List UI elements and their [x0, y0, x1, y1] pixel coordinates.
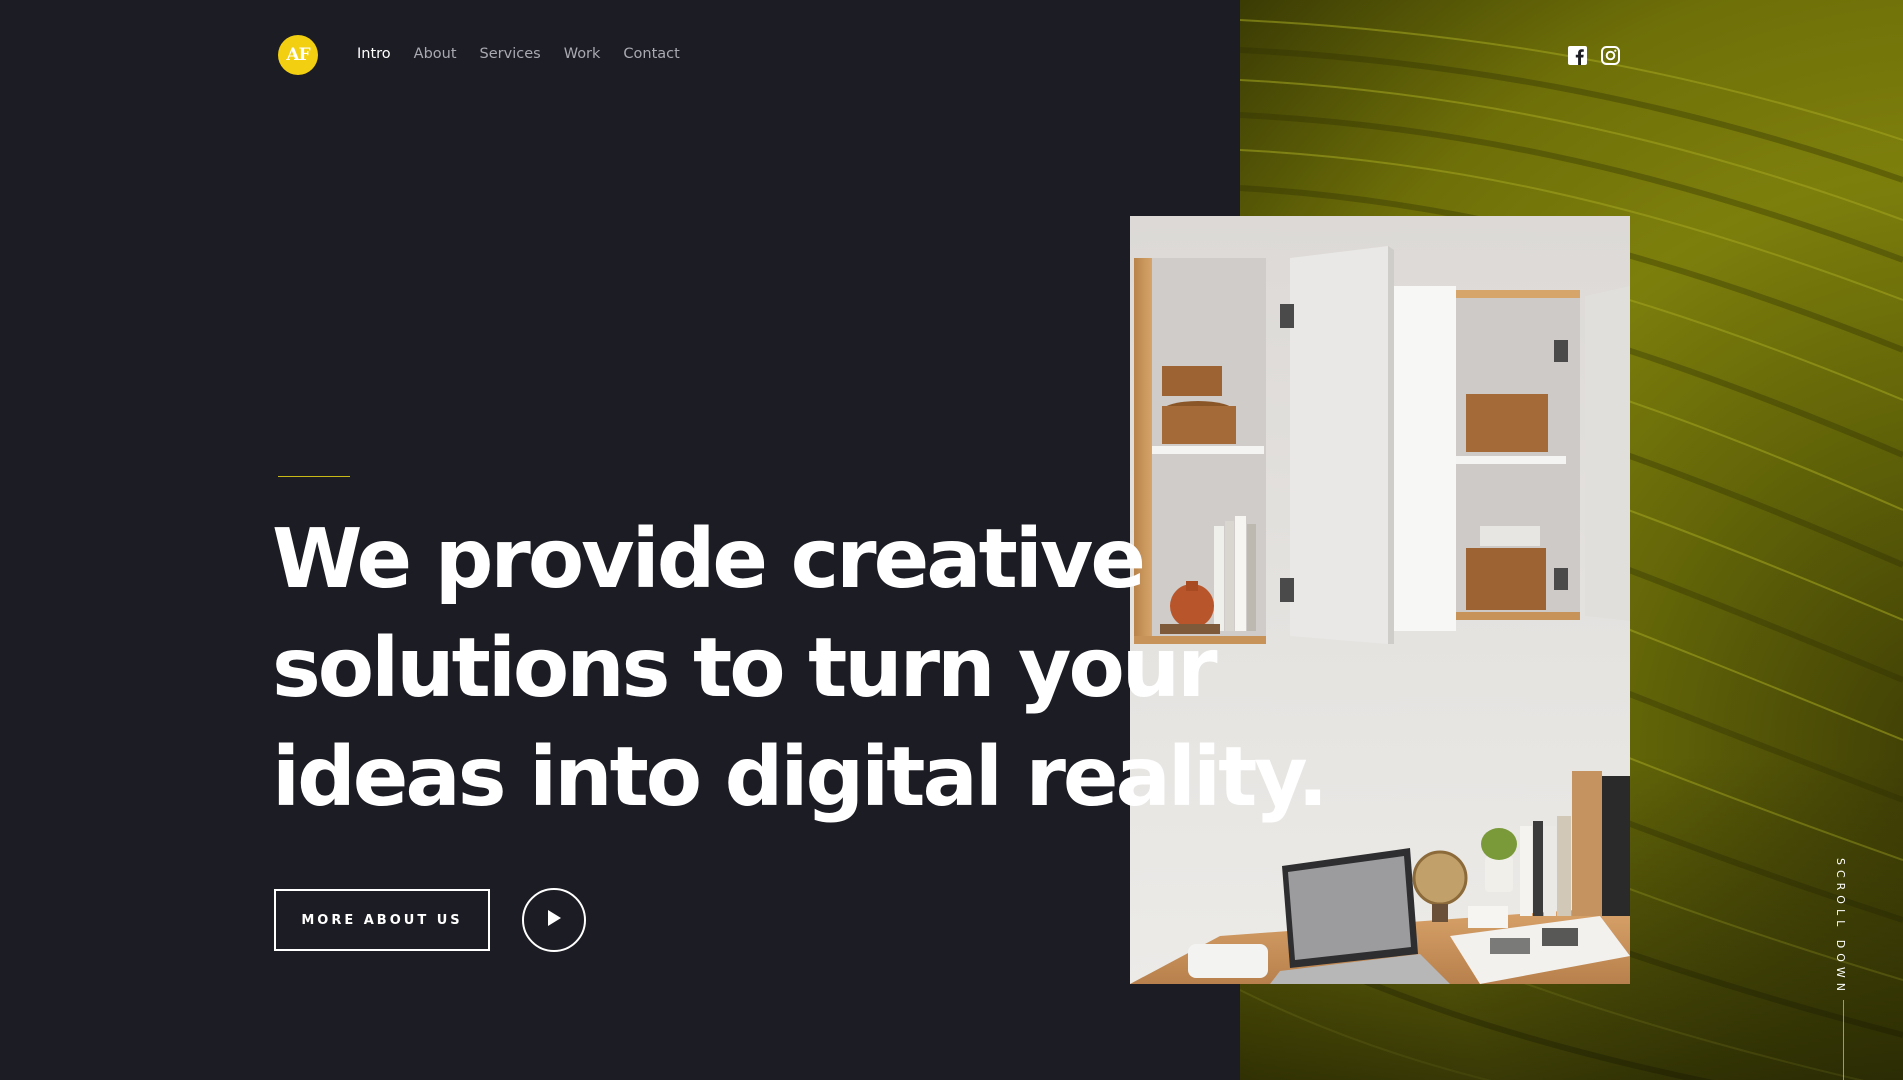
facebook-icon[interactable] — [1568, 46, 1587, 65]
nav-item-about[interactable]: About — [414, 46, 457, 62]
more-about-us-button[interactable]: MORE ABOUT US — [274, 889, 490, 951]
instagram-icon[interactable] — [1601, 46, 1620, 65]
headline-line-3: ideas into digital reality. — [272, 730, 1328, 825]
accent-line — [278, 476, 350, 477]
hero-headline: We provide creative solutions to turn yo… — [272, 505, 1328, 832]
scroll-down-indicator[interactable]: SCROLL DOWN — [1834, 858, 1847, 996]
nav-item-services[interactable]: Services — [480, 46, 541, 62]
nav-item-work[interactable]: Work — [564, 46, 601, 62]
scroll-line — [1843, 1000, 1844, 1080]
play-video-button[interactable] — [522, 888, 586, 952]
page: AF Intro About Services Work Contact We … — [0, 0, 1903, 1080]
logo-text: AF — [286, 45, 310, 65]
headline-line-1: We provide creative — [272, 512, 1146, 607]
social-links — [1568, 46, 1620, 65]
nav-item-contact[interactable]: Contact — [623, 46, 679, 62]
logo[interactable]: AF — [278, 35, 318, 75]
play-icon — [546, 909, 562, 931]
more-about-us-label: MORE ABOUT US — [301, 912, 463, 928]
nav-item-intro[interactable]: Intro — [357, 46, 391, 62]
main-nav: Intro About Services Work Contact — [357, 46, 703, 62]
headline-line-2: solutions to turn your — [272, 621, 1218, 716]
